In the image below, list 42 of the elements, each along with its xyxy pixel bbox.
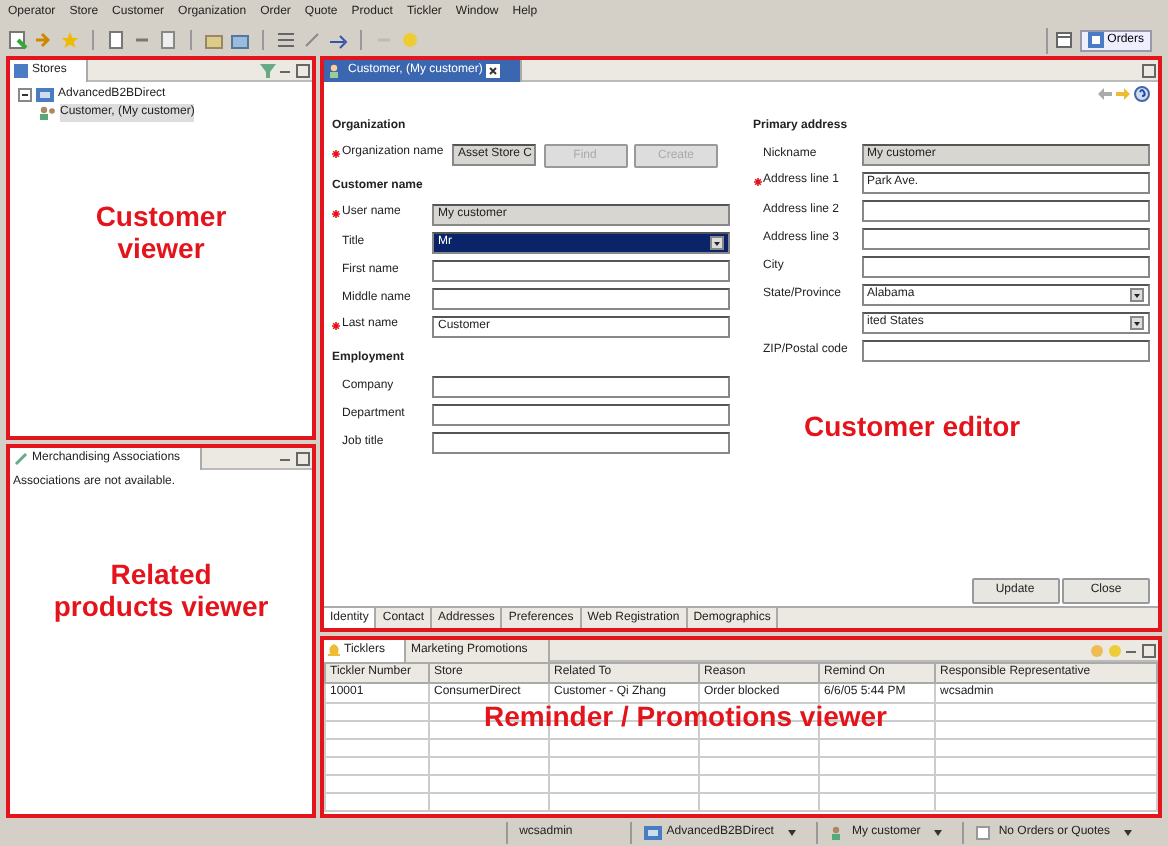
- orders-icon: [1087, 32, 1104, 48]
- input-field[interactable]: [432, 432, 729, 454]
- collapse-icon[interactable]: [18, 88, 32, 102]
- dropdown-arrow-icon[interactable]: [1130, 316, 1144, 330]
- person-icon: [328, 63, 344, 77]
- required-icon: [753, 177, 761, 186]
- input-field[interactable]: [432, 288, 729, 310]
- input-field[interactable]: [861, 200, 1150, 222]
- input-field[interactable]: [432, 260, 729, 282]
- person-icon: [38, 106, 56, 120]
- caret-icon[interactable]: [1124, 829, 1132, 835]
- maximize-icon[interactable]: [1141, 643, 1155, 657]
- store-icon: [644, 825, 663, 839]
- input-field[interactable]: [432, 404, 729, 426]
- annotation-label: Related products viewer: [51, 558, 271, 623]
- document-icon[interactable]: [158, 30, 178, 50]
- maximize-icon[interactable]: [295, 451, 309, 465]
- bell-icon: [328, 643, 340, 657]
- annotation-label: Reminder / Promotions viewer: [484, 700, 887, 733]
- document-icon[interactable]: [106, 30, 126, 50]
- required-icon: [332, 149, 340, 158]
- help-icon[interactable]: [1134, 85, 1150, 101]
- input-field[interactable]: [861, 228, 1150, 250]
- document-icon: [976, 825, 995, 839]
- caret-icon[interactable]: [934, 829, 943, 835]
- input-field[interactable]: [861, 340, 1150, 362]
- annotation-label: Customer editor: [804, 410, 1021, 443]
- input-field[interactable]: [861, 256, 1150, 278]
- link-icon: [14, 451, 28, 465]
- document-icon[interactable]: [8, 30, 28, 50]
- maximize-icon[interactable]: [295, 63, 309, 77]
- list-icon[interactable]: [276, 30, 296, 50]
- maximize-icon[interactable]: [1141, 63, 1155, 77]
- window-icon[interactable]: [1055, 32, 1072, 48]
- dropdown-arrow-icon[interactable]: [709, 236, 723, 250]
- required-icon: [332, 321, 340, 330]
- dropdown-arrow-icon[interactable]: [1130, 288, 1144, 302]
- required-icon: [332, 209, 340, 218]
- close-icon[interactable]: [486, 63, 501, 77]
- annotation-label: Customer viewer: [93, 200, 229, 265]
- caret-icon[interactable]: [787, 829, 796, 835]
- input-field[interactable]: [432, 376, 729, 398]
